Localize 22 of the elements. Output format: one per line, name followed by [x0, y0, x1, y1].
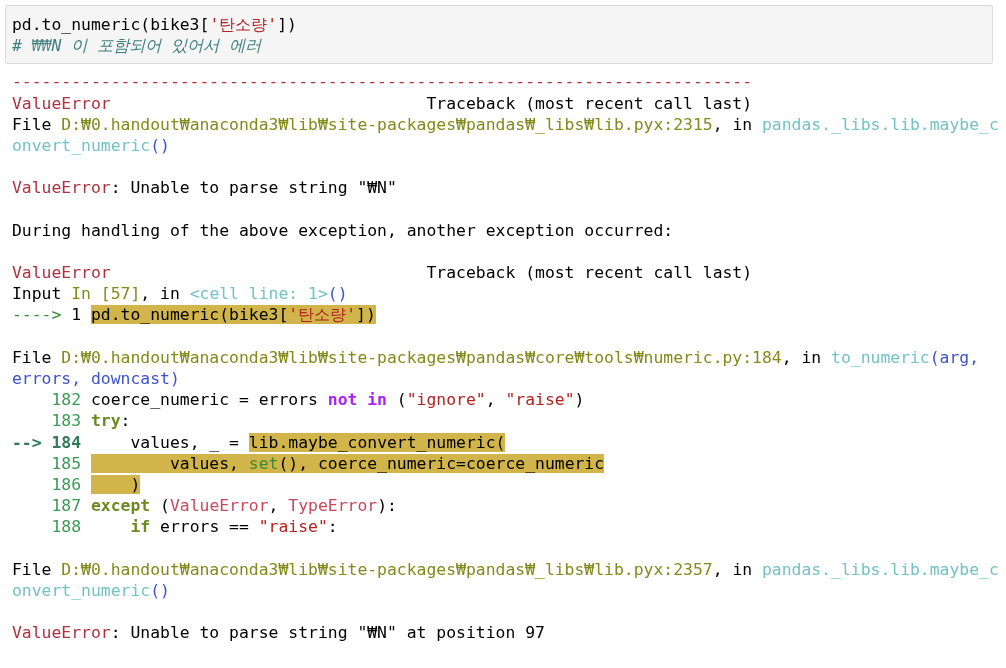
code-line: # ₩₩N 이 포함되어 있어서 에러	[12, 35, 263, 57]
traceback-line: ValueError: Unable to parse string "₩N"	[12, 177, 398, 199]
traceback-line: 187 except (ValueError, TypeError):	[50, 495, 398, 517]
traceback-line: 185 values, set(), coerce_numeric=coerce_numeric	[50, 452, 606, 474]
traceback-line: onvert_numeric()	[12, 579, 171, 602]
traceback-line: 188 if errors == "raise":	[50, 516, 339, 538]
traceback-line: 186 )	[50, 473, 142, 496]
code-line: pd.to_numeric(bike3['탄소량'])	[12, 14, 298, 36]
traceback-line: Input In [57], in <cell line: 1>()	[12, 283, 349, 305]
traceback-line: errors, downcast)	[12, 368, 181, 390]
traceback-line: ValueError Traceback (most recent call last)	[12, 92, 754, 114]
traceback-line: ----> 1 pd.to_numeric(bike3['탄소량'])	[12, 304, 377, 326]
traceback-line: File D:₩0.handout₩anaconda3₩lib₩site-packages₩pandas₩core₩tools₩numeric.py:184, in to_numeric(arg,	[12, 346, 981, 368]
traceback-line: --> 184 values, _ = lib.maybe_convert_numeric(	[12, 431, 507, 453]
traceback-line: During handling of the above exception, another exception occurred:	[12, 219, 675, 241]
traceback-line: 183 try:	[50, 410, 132, 432]
traceback-line: onvert_numeric()	[12, 134, 171, 157]
traceback-line: ---------------------------------------------------------------------------	[12, 71, 754, 93]
traceback-line: ValueError Traceback (most recent call last)	[12, 262, 754, 284]
code-cell[interactable]: pd.to_numeric(bike3['탄소량']) # ₩₩N 이 포함되어 있어서 에러	[5, 5, 993, 65]
traceback-line: 182 coerce_numeric = errors not in ("ignore", "raise")	[50, 389, 586, 411]
traceback-line: ValueError: Unable to parse string "₩N" at position 97	[12, 622, 546, 644]
